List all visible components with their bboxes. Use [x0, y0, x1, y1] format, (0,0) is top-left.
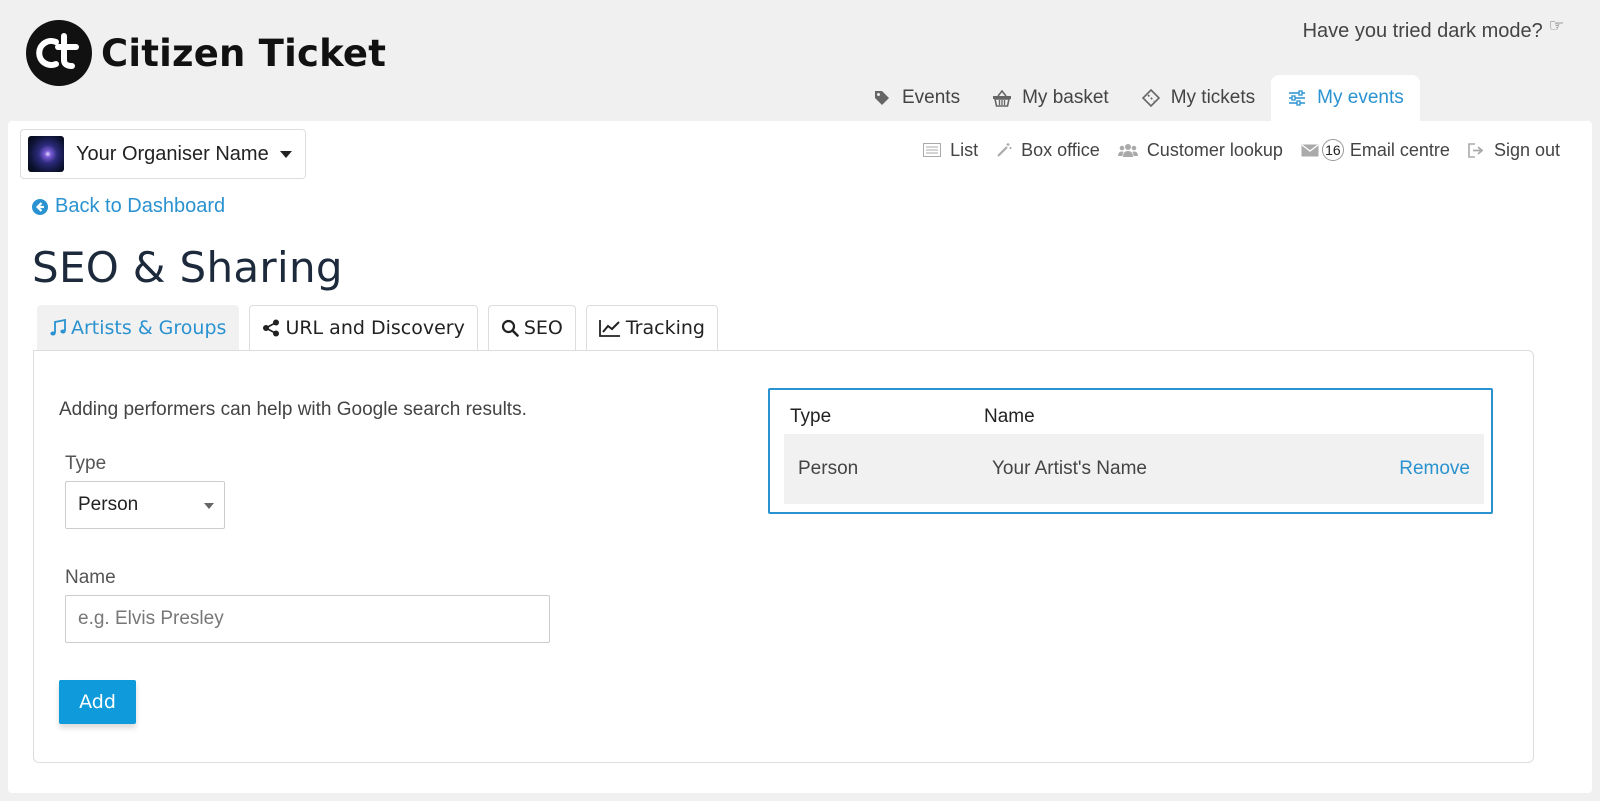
pointing-hand-icon: ☞	[1548, 16, 1564, 35]
name-label: Name	[65, 567, 116, 588]
caret-down-icon	[204, 503, 214, 509]
arrow-circle-left-icon	[32, 198, 48, 215]
table-header-name: Name	[984, 406, 1035, 427]
type-label: Type	[65, 453, 107, 474]
ticket-icon	[1141, 88, 1161, 108]
music-icon	[50, 319, 66, 337]
line-chart-icon	[598, 319, 621, 337]
organiser-avatar	[28, 136, 64, 172]
subnav-label: Sign out	[1493, 139, 1560, 160]
nav-tab-my-events[interactable]: My events	[1271, 75, 1420, 121]
envelope-icon	[1301, 143, 1319, 157]
nav-tab-my-basket[interactable]: My basket	[976, 75, 1125, 121]
tab-seo[interactable]: SEO	[487, 305, 576, 350]
basket-icon	[992, 88, 1012, 108]
performer-type: Person	[798, 458, 859, 479]
help-text: Adding performers can help with Google s…	[59, 399, 527, 420]
tab-artists-groups[interactable]: Artists & Groups	[37, 305, 240, 350]
artists-groups-panel: Adding performers can help with Google s…	[33, 350, 1534, 763]
organiser-name: Your Organiser Name	[76, 142, 269, 165]
brand-name: Citizen Ticket	[101, 31, 387, 75]
sliders-icon	[1287, 88, 1307, 108]
name-input[interactable]	[65, 595, 550, 643]
nav-label: Events	[902, 87, 961, 108]
subnav-label: Box office	[1021, 139, 1100, 160]
subnav-label: Customer lookup	[1146, 139, 1283, 160]
sign-out-icon	[1468, 142, 1485, 158]
list-icon	[923, 143, 942, 157]
back-to-dashboard-link[interactable]: Back to Dashboard	[32, 195, 225, 218]
citizen-ticket-logo-icon	[26, 20, 92, 86]
email-count-badge: 16	[1321, 139, 1344, 161]
type-selected-value: Person	[78, 494, 139, 515]
main-nav: Events My basket My tickets My events	[856, 75, 1420, 121]
tab-label: SEO	[523, 317, 563, 339]
search-icon	[501, 319, 519, 337]
subnav-label: Email centre	[1349, 139, 1450, 160]
main-card: Your Organiser Name List Box office Cust…	[8, 121, 1592, 793]
subnav-box-office[interactable]: Box office	[996, 139, 1100, 161]
page-title: SEO & Sharing	[32, 243, 343, 292]
nav-label: My tickets	[1170, 87, 1256, 108]
performers-table: Type Name Person Your Artist's Name Remo…	[768, 388, 1493, 514]
tab-label: URL and Discovery	[285, 317, 465, 339]
subnav-list[interactable]: List	[923, 139, 978, 161]
nav-label: My events	[1317, 87, 1404, 108]
tab-label: Artists & Groups	[71, 317, 227, 339]
add-button[interactable]: Add	[59, 680, 136, 724]
tags-icon	[872, 88, 892, 108]
subnav-label: List	[950, 139, 979, 160]
organiser-select[interactable]: Your Organiser Name	[20, 129, 306, 179]
back-link-label: Back to Dashboard	[55, 195, 226, 217]
subnav-email-centre[interactable]: 16 Email centre	[1301, 139, 1450, 161]
nav-label: My basket	[1022, 87, 1109, 108]
subnav-customer-lookup[interactable]: Customer lookup	[1117, 139, 1283, 161]
subnav-sign-out[interactable]: Sign out	[1468, 139, 1560, 161]
users-icon	[1117, 142, 1138, 158]
tab-url-discovery[interactable]: URL and Discovery	[249, 305, 478, 350]
dark-mode-prompt: Have you tried dark mode?	[1302, 20, 1543, 42]
tab-label: Tracking	[625, 317, 705, 339]
brand-logo[interactable]: Citizen Ticket	[26, 20, 386, 86]
nav-tab-my-tickets[interactable]: My tickets	[1125, 75, 1271, 121]
organiser-nav: List Box office Customer lookup 16 Email…	[905, 139, 1560, 161]
table-row: Person Your Artist's Name Remove	[784, 434, 1484, 504]
settings-tabs: Artists & Groups URL and Discovery SEO T…	[37, 305, 728, 350]
table-header-type: Type	[790, 406, 832, 427]
type-select[interactable]: Person	[65, 481, 225, 529]
nav-tab-events[interactable]: Events	[856, 75, 976, 121]
tab-tracking[interactable]: Tracking	[585, 305, 718, 350]
magic-wand-icon	[996, 142, 1012, 158]
dark-mode-toggle[interactable]: Have you tried dark mode? ☞	[1302, 16, 1564, 43]
performer-name: Your Artist's Name	[992, 458, 1147, 479]
caret-down-icon	[279, 150, 292, 158]
remove-performer-link[interactable]: Remove	[1399, 458, 1470, 480]
share-icon	[262, 319, 280, 337]
